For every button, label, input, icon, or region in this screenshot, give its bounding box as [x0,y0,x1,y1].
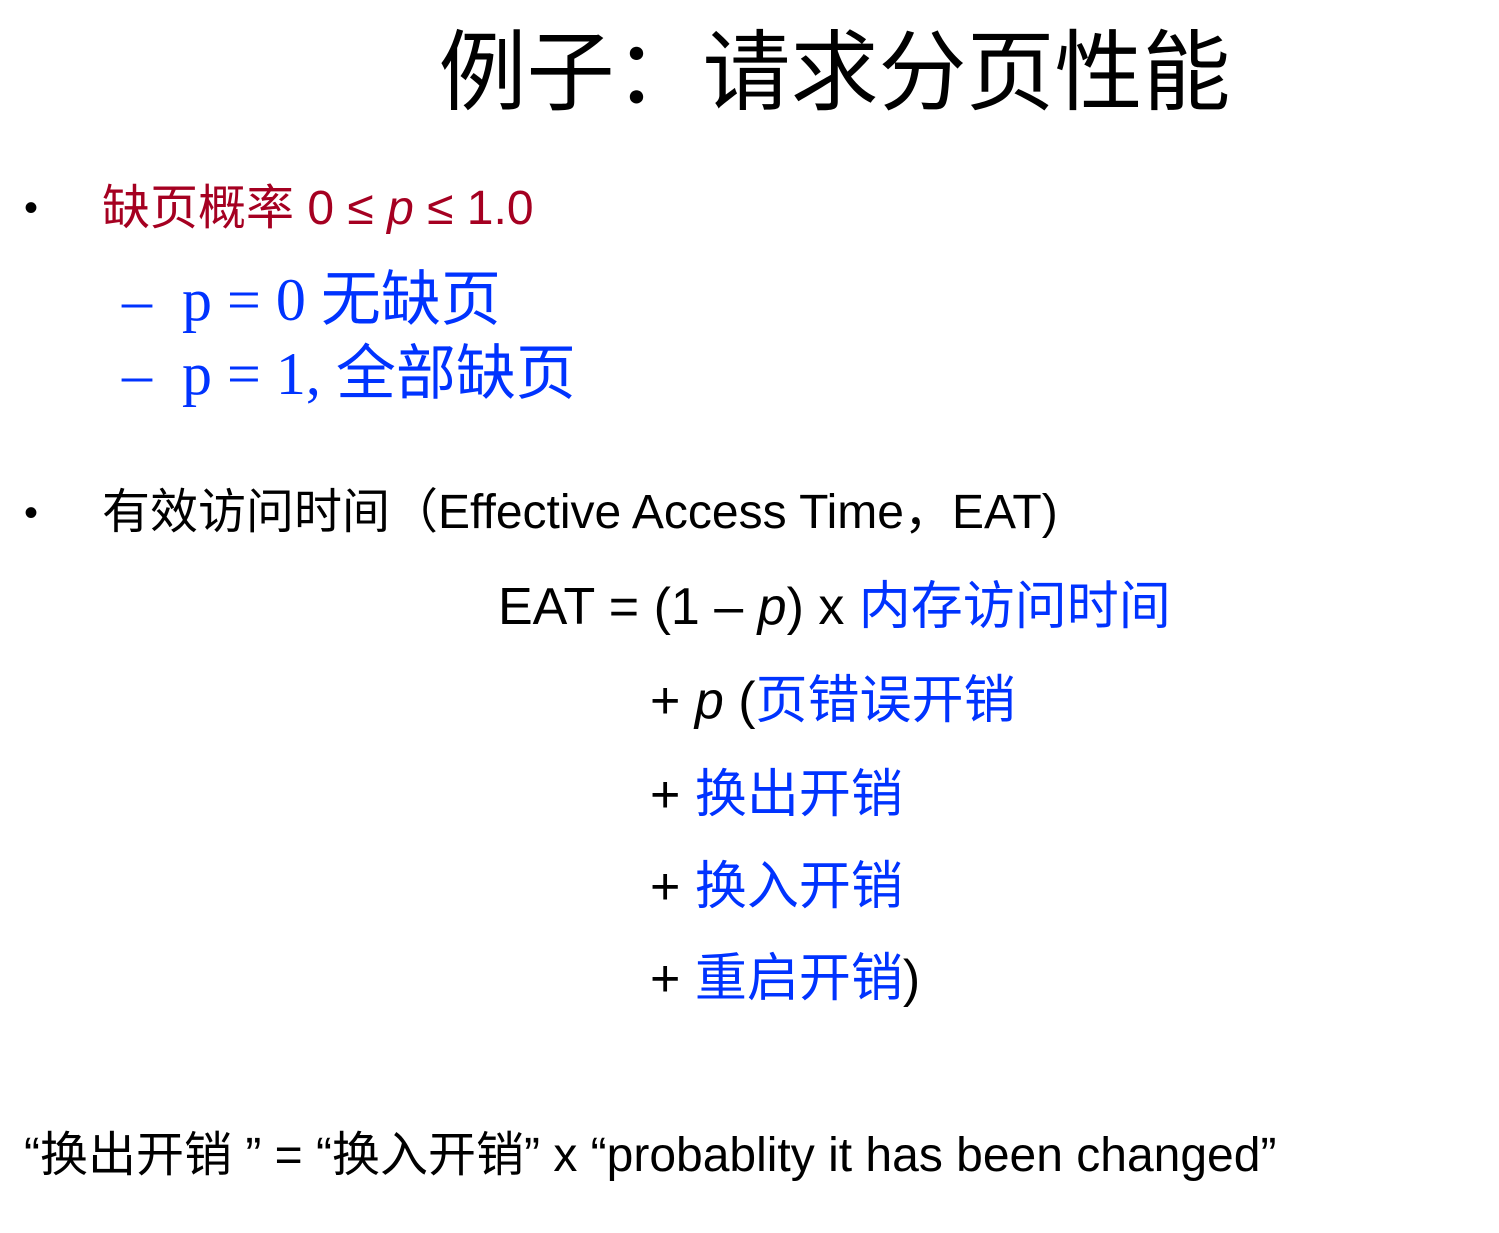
formula-line-5: + 重启开销) [650,944,920,1014]
formula-line-2: + p (页错误开销 [650,666,1016,736]
item1-suffix: ≤ 1.0 [413,182,534,235]
formula-open-paren: ( [723,672,756,730]
item1-var-p: p [387,182,414,235]
restart-overhead-term: 重启开销 [694,950,903,1008]
memory-access-time-term: 内存访问时间 [858,578,1171,636]
formula-line-1: EAT = (1 – p) x 内存访问时间 [498,572,1171,642]
page-fault-probability-item: 缺页概率 0 ≤ p ≤ 1.0 [102,177,534,241]
formula-plus: + [650,950,695,1008]
formula-var-p: p [694,672,724,730]
swap-out-overhead-term: 换出开销 [694,766,903,824]
item1-prefix: 缺页概率 0 ≤ [102,182,388,235]
sub-item-all-fault: – p = 1, 全部缺页 [122,336,576,412]
bullet-icon: • [24,186,39,230]
formula-plus: + [650,858,695,916]
formula-lhs: EAT = (1 – [498,578,758,636]
sub-text: p = 1, 全部缺页 [182,341,576,407]
formula-line-4: + 换入开销 [650,852,903,922]
bullet-icon: • [24,491,39,535]
page-title: 例子：请求分页性能 [438,23,1231,122]
formula-plus: + [650,672,695,730]
swap-out-cost-footnote: “换出开销 ” = “换入开销” x “probablity it has be… [24,1129,1277,1182]
swap-in-overhead-term: 换入开销 [694,858,903,916]
formula-close-paren: ) [902,950,921,1008]
sub-dash: – [122,267,152,333]
page-fault-overhead-term: 页错误开销 [755,672,1016,730]
formula-plus: + [650,766,695,824]
eat-item: 有效访问时间（Effective Access Time，EAT) [102,486,1058,539]
formula-line-3: + 换出开销 [650,760,903,830]
sub-dash: – [122,341,152,407]
sub-item-no-fault: – p = 0 无缺页 [122,262,501,338]
sub-text: p = 0 无缺页 [182,267,501,333]
formula-var-p: p [757,578,787,636]
formula-mid: ) x [786,578,859,636]
